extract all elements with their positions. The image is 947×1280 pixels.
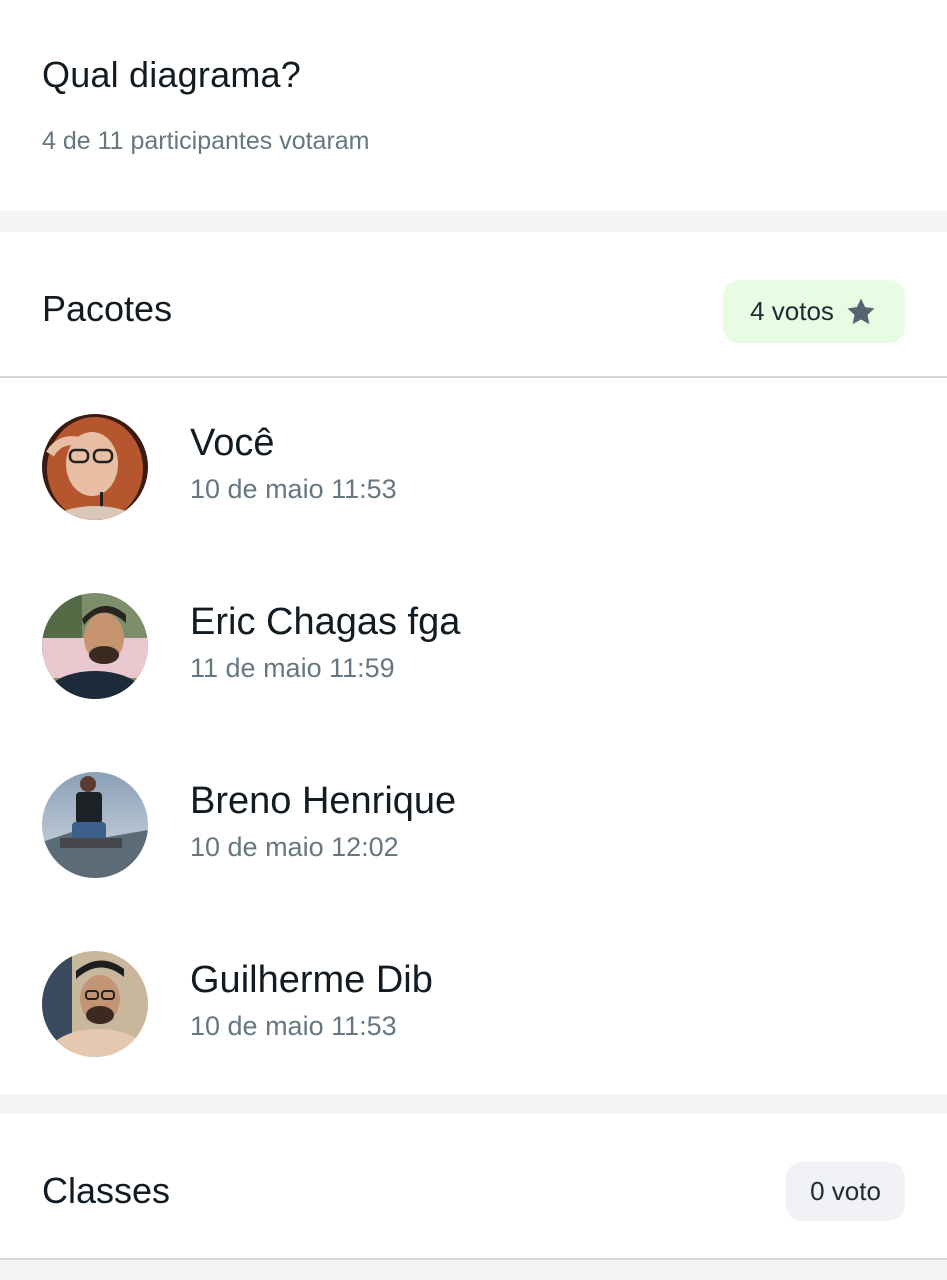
voter-name: Eric Chagas fga: [190, 601, 461, 643]
vote-count-label: 0 voto: [810, 1176, 881, 1206]
vote-timestamp: 10 de maio 11:53: [190, 1011, 397, 1041]
voter-row[interactable]: Guilherme Dib 10 de maio 11:53: [0, 951, 947, 1061]
poll-title: Qual diagrama?: [42, 54, 301, 95]
vote-timestamp: 10 de maio 12:02: [190, 832, 399, 862]
vote-timestamp: 11 de maio 11:59: [190, 653, 395, 683]
vote-count-badge: 4 votos: [723, 280, 905, 343]
poll-participation-count: 4 de 11 participantes votaram: [42, 127, 370, 155]
poll-option-pacotes: Pacotes 4 votos Você 10 de maio 11:53 Er…: [0, 232, 947, 1094]
avatar[interactable]: [42, 593, 148, 699]
vote-count-label: 4 votos: [750, 296, 834, 326]
option-name: Pacotes: [42, 288, 173, 329]
voter-row[interactable]: Eric Chagas fga 11 de maio 11:59: [0, 593, 947, 703]
avatar[interactable]: [42, 414, 148, 520]
star-icon: [847, 298, 875, 324]
vote-timestamp: 10 de maio 11:53: [190, 474, 397, 504]
voter-name: Breno Henrique: [190, 780, 457, 822]
voter-row[interactable]: Breno Henrique 10 de maio 12:02: [0, 772, 947, 882]
avatar[interactable]: [42, 772, 148, 878]
avatar[interactable]: [42, 951, 148, 1057]
vote-count-badge: 0 voto: [786, 1162, 905, 1221]
voter-name: Guilherme Dib: [190, 959, 433, 1001]
divider: [0, 1258, 947, 1260]
option-name: Classes: [42, 1170, 171, 1211]
voter-name: Você: [190, 422, 275, 464]
poll-option-classes: Classes 0 voto: [0, 1114, 947, 1260]
voter-row[interactable]: Você 10 de maio 11:53: [0, 414, 947, 524]
divider: [0, 376, 947, 378]
poll-header: Qual diagrama? 4 de 11 participantes vot…: [0, 0, 947, 211]
